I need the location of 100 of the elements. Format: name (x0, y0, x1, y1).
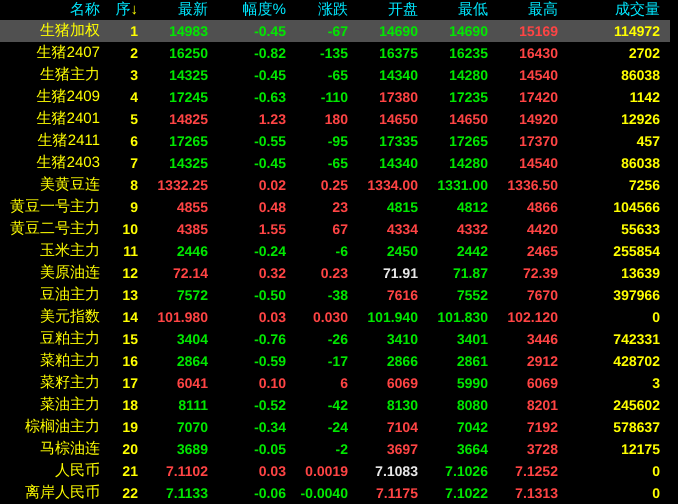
table-cell: 3446 (526, 330, 558, 346)
table-cell: 14325 (169, 154, 208, 170)
table-cell: 4385 (176, 220, 208, 236)
table-cell-text: 1 (129, 22, 138, 40)
table-cell: -65 (328, 66, 348, 82)
table-cell: 1332.25 (157, 176, 208, 192)
table-cell: 14280 (449, 154, 488, 170)
table-cell-text: 菜油主力 (39, 394, 100, 415)
table-cell-text: 12926 (620, 110, 660, 128)
table-cell: 6069 (386, 374, 418, 390)
table-cell: 72.14 (172, 264, 208, 280)
table-cell: 14920 (519, 110, 558, 126)
table-cell: 4866 (526, 198, 558, 214)
table-cell-text: 3 (129, 66, 138, 84)
table-cell-text: 棕榈油主力 (24, 416, 100, 437)
table-cell: 14540 (519, 154, 558, 170)
table-cell-text: 马棕油连 (39, 438, 100, 459)
table-cell: 7572 (176, 286, 208, 302)
table-cell: 2442 (456, 242, 488, 258)
column-header[interactable]: 最高 (488, 0, 558, 20)
table-cell-text: 美元指数 (39, 306, 100, 327)
table-cell: -0.34 (254, 418, 286, 434)
table-cell: -0.52 (254, 396, 286, 412)
column-header[interactable]: 开盘 (348, 0, 418, 20)
table-cell: 16430 (519, 44, 558, 60)
table-cell-text: 457 (636, 132, 660, 150)
table-row[interactable]: 生猪加权 1 14983 -0.45 -67 14690 14690 15169 114972 (0, 20, 670, 42)
table-cell: -0.59 (254, 352, 286, 368)
column-header[interactable]: 名称 (0, 0, 100, 20)
table-cell: 2450 (386, 242, 418, 258)
table-cell: -0.63 (254, 88, 286, 104)
table-cell: 4855 (176, 198, 208, 214)
table-cell: 3410 (386, 330, 418, 346)
table-cell: 15169 (519, 22, 558, 38)
table-cell: 4332 (456, 220, 488, 236)
table-cell: 3404 (176, 330, 208, 346)
column-header[interactable]: 最新 (138, 0, 208, 20)
table-cell-text: 86038 (620, 154, 660, 172)
table-cell: 7070 (176, 418, 208, 434)
table-cell-text: 美原油连 (39, 262, 100, 283)
column-header[interactable]: 涨跌 (286, 0, 348, 20)
table-cell: 8130 (386, 396, 418, 412)
table-cell-text: 18 (121, 396, 138, 414)
table-cell-text: 6 (129, 132, 138, 150)
table-cell-text: 生猪2403 (36, 152, 100, 173)
table-cell: 0.48 (258, 198, 286, 214)
table-cell: 3401 (456, 330, 488, 346)
table-cell: 14650 (449, 110, 488, 126)
table-cell-text: 1142 (628, 88, 660, 106)
table-cell-text: 4 (129, 88, 138, 106)
column-header[interactable]: 序↓ (100, 0, 138, 20)
table-cell: 6041 (176, 374, 208, 390)
table-cell: 71.87 (452, 264, 488, 280)
table-cell: 7.1175 (376, 484, 418, 500)
table-cell: 0.23 (320, 264, 348, 280)
table-cell: 14340 (379, 66, 418, 82)
table-cell: 16250 (169, 44, 208, 60)
table-cell: 17380 (379, 88, 418, 104)
table-cell: -0.76 (254, 330, 286, 346)
table-cell: 7670 (526, 286, 558, 302)
table-cell-text: 428702 (612, 352, 660, 370)
table-cell: 14540 (519, 66, 558, 82)
table-cell: 3664 (456, 440, 488, 456)
table-cell-text: 生猪2411 (36, 130, 100, 151)
table-cell-text: 菜粕主力 (39, 350, 100, 371)
table-cell-text: 12 (121, 264, 138, 282)
table-cell: -6 (336, 242, 348, 258)
table-cell: 17265 (449, 132, 488, 148)
table-cell: 1331.00 (437, 176, 488, 192)
table-cell-text: 豆粕主力 (39, 328, 100, 349)
table-cell: -2 (336, 440, 348, 456)
table-cell-text: 8 (129, 176, 138, 194)
table-cell: 2465 (526, 242, 558, 258)
table-cell-text: 245602 (612, 396, 660, 414)
table-cell-text: 7 (129, 154, 138, 172)
table-cell: 0.25 (320, 176, 348, 192)
table-cell: -95 (328, 132, 348, 148)
table-cell: 14825 (169, 110, 208, 126)
column-header[interactable]: 幅度% (208, 0, 286, 20)
table-cell: 14325 (169, 66, 208, 82)
table-cell-text: 255854 (612, 242, 660, 260)
table-cell: -0.45 (254, 154, 286, 170)
table-cell: 7.1083 (375, 462, 418, 478)
table-cell: -67 (328, 22, 348, 38)
table-cell: 1336.50 (507, 176, 558, 192)
table-cell-text: 生猪主力 (39, 64, 100, 85)
table-cell: -26 (328, 330, 348, 346)
table-cell: 1334.00 (367, 176, 418, 192)
table-cell: 6069 (526, 374, 558, 390)
table-cell-text: 美黄豆连 (39, 174, 100, 195)
table-cell-text: 黄豆一号主力 (9, 196, 100, 217)
table-cell: 14983 (169, 22, 208, 38)
column-header[interactable]: 最低 (418, 0, 488, 20)
column-header[interactable]: 成交量 (558, 0, 660, 20)
table-cell: 7552 (456, 286, 488, 302)
table-cell: 23 (332, 198, 348, 214)
table-cell-text: 742331 (612, 330, 660, 348)
table-cell-text: 2 (129, 44, 138, 62)
table-cell: 14690 (379, 22, 418, 38)
table-cell: 7.1026 (445, 462, 488, 478)
